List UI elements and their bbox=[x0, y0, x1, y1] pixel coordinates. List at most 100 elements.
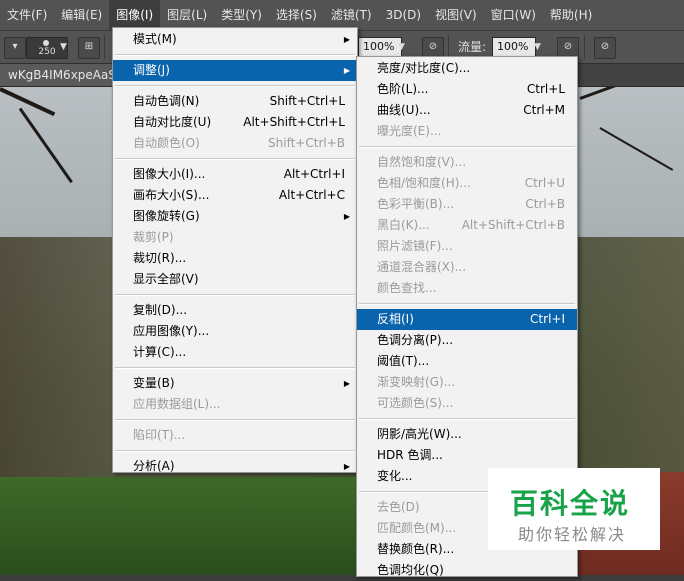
menu-item-label: 自动颜色(O) bbox=[133, 136, 200, 150]
menu-item-label: 色调分离(P)... bbox=[377, 333, 454, 347]
menu-separator bbox=[115, 450, 355, 452]
menu-item-label: 通道混合器(X)... bbox=[377, 260, 467, 274]
tree-branch bbox=[18, 107, 73, 184]
menu-item-label: 反相(I) bbox=[377, 312, 414, 326]
menu-item[interactable]: 复制(D)... bbox=[113, 300, 357, 321]
menu-item-shortcut: Alt+Shift+Ctrl+L bbox=[243, 115, 345, 129]
menu-separator bbox=[115, 85, 355, 87]
menubar-item[interactable]: 3D(D) bbox=[379, 0, 428, 30]
menu-item[interactable]: 自动色调(N) Shift+Ctrl+L bbox=[113, 91, 357, 112]
menu-item-label: 显示全部(V) bbox=[133, 272, 199, 286]
flow-dropdown-icon[interactable]: ▼ bbox=[534, 37, 541, 57]
menu-item: 通道混合器(X)... bbox=[357, 257, 577, 278]
options-divider bbox=[584, 35, 585, 59]
menu-item: 渐变映射(G)... bbox=[357, 372, 577, 393]
menu-item-label: 模式(M) bbox=[133, 32, 177, 46]
watermark-subtitle: 助你轻松解决 bbox=[518, 525, 627, 544]
menu-item: 陷印(T)... bbox=[113, 425, 357, 446]
menu-separator bbox=[359, 418, 575, 420]
menubar-item[interactable]: 文件(F) bbox=[0, 0, 54, 30]
menu-item[interactable]: 色阶(L)... Ctrl+L bbox=[357, 79, 577, 100]
menu-item: 黑白(K)... Alt+Shift+Ctrl+B bbox=[357, 215, 577, 236]
menu-item[interactable]: 阴影/高光(W)... bbox=[357, 424, 577, 445]
menu-item-shortcut: Ctrl+U bbox=[524, 176, 565, 190]
menu-item-label: 可选颜色(S)... bbox=[377, 396, 454, 410]
menu-item-label: 色阶(L)... bbox=[377, 82, 429, 96]
menu-separator bbox=[359, 303, 575, 305]
opacity-dropdown-icon[interactable]: ▼ bbox=[398, 37, 405, 57]
menubar-item[interactable]: 编辑(E) bbox=[54, 0, 109, 30]
menu-item-shortcut: Alt+Ctrl+I bbox=[283, 167, 345, 181]
submenu-arrow-icon: ▶ bbox=[343, 462, 350, 471]
menu-item: 色彩平衡(B)... Ctrl+B bbox=[357, 194, 577, 215]
menu-item: 裁剪(P) bbox=[113, 227, 357, 248]
menu-item-label: 画布大小(S)... bbox=[133, 188, 210, 202]
menu-separator bbox=[115, 294, 355, 296]
menubar-item[interactable]: 窗口(W) bbox=[484, 0, 543, 30]
menu-item[interactable]: 计算(C)... bbox=[113, 342, 357, 363]
menu-item[interactable]: 阈值(T)... bbox=[357, 351, 577, 372]
menu-separator bbox=[115, 54, 355, 56]
menu-item[interactable]: 模式(M) ▶ bbox=[113, 29, 357, 50]
menu-item-label: 色调均化(Q) bbox=[377, 563, 444, 577]
menubar-item[interactable]: 视图(V) bbox=[428, 0, 484, 30]
menu-item-label: 复制(D)... bbox=[133, 303, 188, 317]
menu-item-shortcut: Ctrl+I bbox=[530, 312, 565, 326]
menu-item: 照片滤镜(F)... bbox=[357, 236, 577, 257]
brush-dropdown-icon[interactable]: ▼ bbox=[60, 37, 67, 57]
menu-item-label: 应用图像(Y)... bbox=[133, 324, 210, 338]
submenu-arrow-icon: ▶ bbox=[343, 66, 350, 75]
menu-item[interactable]: 画布大小(S)... Alt+Ctrl+C bbox=[113, 185, 357, 206]
menu-item[interactable]: 变量(B) ▶ bbox=[113, 373, 357, 394]
menu-item[interactable]: 图像大小(I)... Alt+Ctrl+I bbox=[113, 164, 357, 185]
menu-item-label: HDR 色调... bbox=[377, 448, 443, 462]
menu-item[interactable]: 裁切(R)... bbox=[113, 248, 357, 269]
menu-item-shortcut: Alt+Shift+Ctrl+B bbox=[461, 218, 565, 232]
brush-panel-icon[interactable]: ⊞ bbox=[78, 37, 100, 59]
submenu-arrow-icon: ▶ bbox=[343, 379, 350, 388]
brush-size-label: 250 bbox=[38, 47, 56, 57]
menu-separator bbox=[115, 158, 355, 160]
menu-item[interactable]: 色调均化(Q) bbox=[357, 560, 577, 581]
menu-item: 曝光度(E)... bbox=[357, 121, 577, 142]
pressure-size-icon[interactable]: ⊘ bbox=[594, 37, 616, 59]
menu-item-label: 变化... bbox=[377, 469, 413, 483]
menu-item-shortcut: Shift+Ctrl+L bbox=[269, 94, 345, 108]
tree-branch bbox=[579, 87, 679, 100]
watermark-title: 百科全说 bbox=[510, 487, 631, 520]
menu-item-label: 去色(D) bbox=[377, 500, 420, 514]
menu-item-label: 照片滤镜(F)... bbox=[377, 239, 453, 253]
menu-item-label: 色彩平衡(B)... bbox=[377, 197, 455, 211]
menubar-item[interactable]: 帮助(H) bbox=[543, 0, 599, 30]
menubar-item[interactable]: 选择(S) bbox=[269, 0, 324, 30]
menu-item-label: 曝光度(E)... bbox=[377, 124, 442, 138]
menu-item[interactable]: 曲线(U)... Ctrl+M bbox=[357, 100, 577, 121]
menubar-item[interactable]: 滤镜(T) bbox=[324, 0, 379, 30]
menu-item: 自然饱和度(V)... bbox=[357, 152, 577, 173]
brush-tip-icon bbox=[43, 40, 49, 46]
menu-item-shortcut: Shift+Ctrl+B bbox=[268, 136, 345, 150]
menubar-item[interactable]: 图像(I) bbox=[109, 0, 161, 30]
menu-separator bbox=[115, 367, 355, 369]
menu-item-label: 陷印(T)... bbox=[133, 428, 186, 442]
menu-item[interactable]: 反相(I) Ctrl+I bbox=[357, 309, 577, 330]
menu-item-label: 图像大小(I)... bbox=[133, 167, 206, 181]
menu-item-shortcut: Ctrl+M bbox=[523, 103, 565, 117]
watermark-logo: 百科全说 助你轻松解决 bbox=[488, 468, 660, 550]
menu-item-label: 替换颜色(R)... bbox=[377, 542, 455, 556]
menu-item[interactable]: 分析(A) ▶ bbox=[113, 456, 357, 477]
menu-item[interactable]: 调整(J) ▶ bbox=[113, 60, 357, 81]
menu-item[interactable]: 色调分离(P)... bbox=[357, 330, 577, 351]
menu-item-label: 亮度/对比度(C)... bbox=[377, 61, 471, 75]
menubar-item[interactable]: 图层(L) bbox=[160, 0, 214, 30]
menu-item[interactable]: HDR 色调... bbox=[357, 445, 577, 466]
image-menu-dropdown: 模式(M) ▶ 调整(J) ▶ 自动色调(N) Shift+Ctrl+L 自动对比度(U) A… bbox=[112, 27, 358, 473]
menu-item[interactable]: 图像旋转(G) ▶ bbox=[113, 206, 357, 227]
menu-item[interactable]: 应用图像(Y)... bbox=[113, 321, 357, 342]
menubar-item[interactable]: 类型(Y) bbox=[214, 0, 269, 30]
flow-label: 流量: bbox=[458, 40, 487, 54]
menu-item[interactable]: 自动对比度(U) Alt+Shift+Ctrl+L bbox=[113, 112, 357, 133]
menu-item[interactable]: 显示全部(V) bbox=[113, 269, 357, 290]
menu-item[interactable]: 亮度/对比度(C)... bbox=[357, 58, 577, 79]
tool-preset-chevron-icon[interactable]: ▾ bbox=[4, 37, 26, 59]
